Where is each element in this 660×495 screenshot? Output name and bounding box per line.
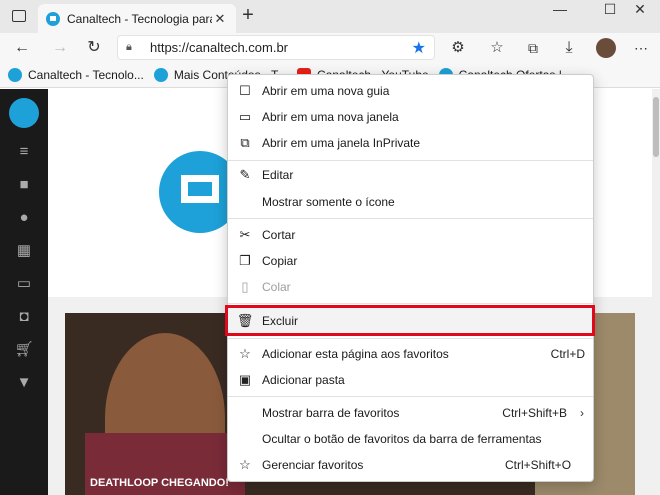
url-text[interactable]: https://canaltech.com.br (150, 40, 412, 55)
menu-separator (228, 160, 593, 161)
extensions-icon[interactable]: ⚙︎ (447, 37, 469, 59)
add-folder-icon: ▣ (238, 372, 252, 387)
cart-icon[interactable]: 🛒︎ (12, 338, 36, 362)
microphone-icon[interactable]: ● (12, 206, 36, 230)
scrollbar-thumb[interactable] (653, 97, 659, 157)
favorites-context-menu: ☐ Abrir em uma nova guia ▭ Abrir em uma … (225, 74, 595, 482)
menu-separator (228, 303, 593, 304)
tab-actions-icon[interactable] (12, 10, 26, 22)
highlight-box (225, 305, 595, 336)
canaltech-icon[interactable]: ◘ (12, 305, 36, 329)
menu-item-copy[interactable]: ❐ Copiar (228, 248, 593, 274)
devices-icon[interactable]: ▭ (12, 272, 36, 296)
tab-title: Canaltech - Tecnologia para quem (67, 11, 212, 26)
canaltech-logo-icon[interactable] (9, 98, 39, 128)
downloads-icon[interactable]: ⤓ (558, 37, 580, 59)
address-bar[interactable]: 🔒︎ https://canaltech.com.br ★ (117, 35, 435, 60)
trophy-icon[interactable]: ▼ (12, 371, 36, 395)
menu-item-show-icon-only[interactable]: Mostrar somente o ícone (228, 189, 593, 215)
menu-separator (228, 338, 593, 339)
favorite-star-icon[interactable]: ★ (412, 38, 426, 58)
browser-tab[interactable]: Canaltech - Tecnologia para quem ✕ (38, 4, 236, 33)
copy-icon: ❐ (239, 253, 251, 268)
more-icon[interactable]: ⋯ (630, 37, 652, 59)
news-icon[interactable]: ≡ (12, 140, 36, 164)
shortcut-text: Ctrl+D (550, 347, 585, 361)
profile-avatar[interactable] (596, 38, 616, 58)
scissors-icon: ✂ (239, 227, 251, 242)
menu-separator (228, 218, 593, 219)
menu-item-open-inprivate[interactable]: ⧉ Abrir em uma janela InPrivate (228, 130, 593, 156)
tab-close-icon[interactable]: ✕ (212, 11, 228, 27)
new-tab-icon: ☐ (239, 83, 251, 98)
tab-bar: Canaltech - Tecnologia para quem ✕ + — ☐… (0, 0, 660, 33)
menu-item-cut[interactable]: ✂ Cortar (228, 222, 593, 248)
video-icon[interactable]: ■ (12, 173, 36, 197)
menu-item-hide-favorites-button[interactable]: Ocultar o botão de favoritos da barra de… (228, 426, 593, 452)
menu-item-show-favorites-bar[interactable]: Mostrar barra de favoritos Ctrl+Shift+B … (228, 400, 593, 426)
menu-item-edit[interactable]: ✎ Editar (228, 162, 593, 188)
shortcut-text: Ctrl+Shift+O (505, 458, 572, 472)
canaltech-icon (153, 67, 168, 82)
bookmark-item[interactable]: Canaltech - Tecnolo... (8, 67, 144, 82)
menu-item-add-folder[interactable]: ▣ Adicionar pasta (228, 367, 593, 393)
site-sidebar: ≡ ■ ● ▦ ▭ ◘ 🛒︎ ▼ (0, 89, 48, 495)
menu-item-paste[interactable]: ▯ Colar (228, 274, 593, 300)
close-window-button[interactable]: ✕ (620, 0, 660, 20)
paste-icon: ▯ (241, 279, 249, 294)
refresh-button[interactable]: ↻ (83, 37, 105, 59)
favorites-icon[interactable]: ☆ (486, 37, 508, 59)
manage-favorites-icon: ☆ (239, 457, 251, 472)
pencil-icon: ✎ (239, 167, 251, 182)
new-tab-button[interactable]: + (238, 5, 258, 25)
minimize-button[interactable]: — (540, 0, 580, 20)
add-favorite-icon: ☆ (239, 346, 251, 361)
menu-item-manage-favorites[interactable]: ☆ Gerenciar favoritos Ctrl+Shift+O (228, 452, 593, 478)
lock-icon[interactable]: 🔒︎ (126, 41, 140, 54)
back-button[interactable]: ← (11, 37, 33, 59)
shortcut-text: Ctrl+Shift+B (502, 406, 567, 420)
logo-shape-inner (188, 182, 212, 196)
canaltech-favicon (46, 11, 60, 26)
inprivate-icon: ⧉ (240, 135, 250, 150)
page-scrollbar[interactable] (652, 89, 660, 495)
menu-item-open-new-window[interactable]: ▭ Abrir em uma nova janela (228, 104, 593, 130)
chevron-right-icon: › (580, 406, 584, 420)
article-caption[interactable]: DEATHLOOP CHEGANDO! (90, 477, 229, 489)
canaltech-icon (8, 67, 22, 82)
menu-separator (228, 396, 593, 397)
new-window-icon: ▭ (238, 109, 252, 124)
forward-button[interactable]: → (49, 37, 71, 59)
menu-item-open-new-tab[interactable]: ☐ Abrir em uma nova guia (228, 78, 593, 104)
building-icon[interactable]: ▦ (12, 239, 36, 263)
navigation-bar: ← → ↻ 🔒︎ https://canaltech.com.br ★ ⚙︎ ☆… (0, 33, 660, 62)
collections-icon[interactable]: ⧉ (522, 37, 544, 59)
menu-item-add-page-favorites[interactable]: ☆ Adicionar esta página aos favoritos Ct… (228, 341, 593, 367)
